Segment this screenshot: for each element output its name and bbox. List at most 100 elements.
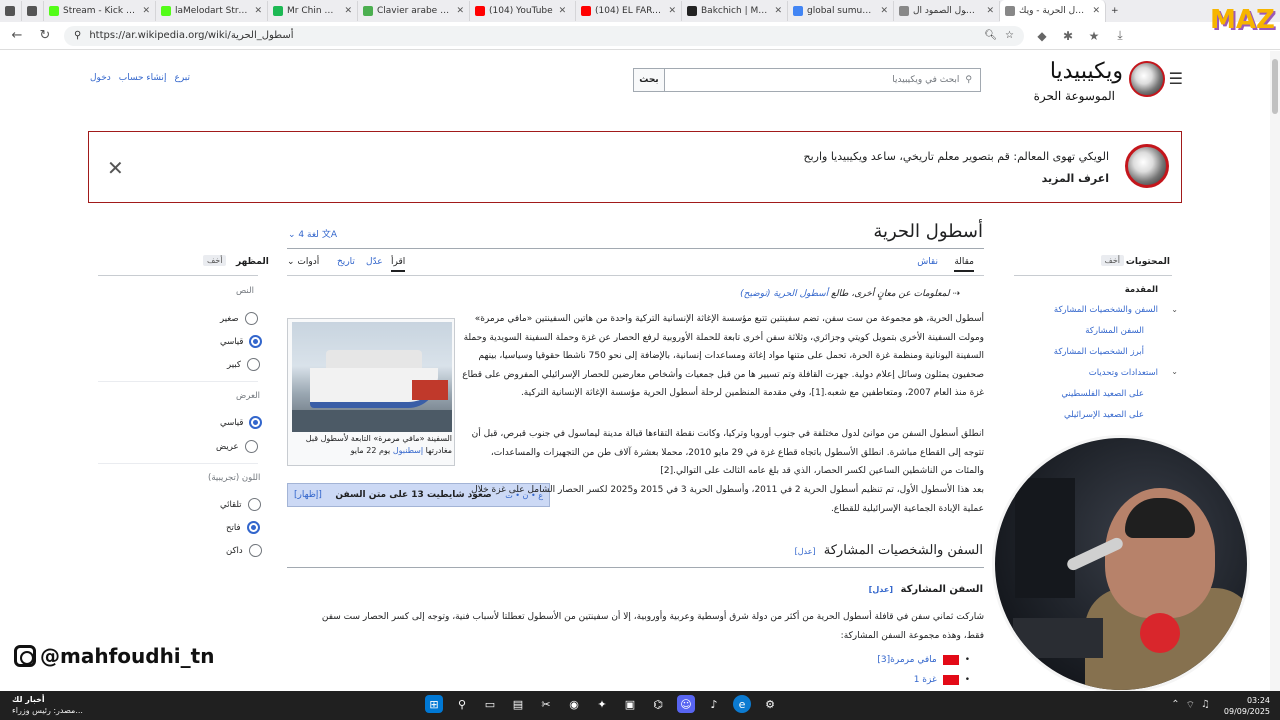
text-standard-option[interactable]: قياسي — [220, 335, 263, 348]
search-input[interactable]: ابحث في ويكيبيديا ⚲ — [665, 68, 981, 92]
task-view-icon[interactable]: ▭ — [481, 695, 499, 713]
language-button[interactable]: ⌄ 4 لغة 文A — [288, 227, 337, 240]
appearance-hide-button[interactable]: أخف — [203, 255, 227, 266]
tab-history[interactable]: تاريخ — [337, 257, 355, 267]
wikipedia-logo[interactable]: ويكيبيديا الموسوعة الحرة — [1015, 59, 1165, 109]
url-field[interactable]: ⚲ https://ar.wikipedia.org/wiki/أسطول_ال… — [64, 25, 1024, 46]
fl-studio-icon[interactable]: ♪ — [705, 695, 723, 713]
discord-icon[interactable]: ☺ — [677, 695, 695, 713]
clock[interactable]: 03:24 09/09/2025 — [1224, 695, 1270, 717]
close-tab-icon[interactable]: ✕ — [986, 6, 994, 16]
list-item-link[interactable]: غزة 1 — [914, 675, 937, 685]
chatgpt-icon[interactable]: ⚙ — [761, 695, 779, 713]
chevron-down-icon[interactable]: ⌄ — [1171, 367, 1178, 376]
toc-item-people[interactable]: أبرز الشخصيات المشاركة — [1054, 347, 1144, 357]
close-tab-icon[interactable]: ✕ — [774, 6, 782, 16]
browser-tab[interactable]: (104) EL FARABI - (✕ — [576, 1, 682, 21]
site-info-icon[interactable]: ⚲ — [74, 30, 81, 41]
caption-link[interactable]: إسطنبول — [393, 446, 423, 455]
extensions-puzzle-icon[interactable]: ✱ — [1060, 29, 1076, 43]
edge-icon[interactable]: e — [733, 695, 751, 713]
list-item-link[interactable]: مافي مرمرة[3] — [877, 655, 936, 665]
edit-section-link[interactable]: [عدل] — [869, 585, 893, 594]
radio[interactable] — [249, 335, 263, 348]
donate-link[interactable]: تبرع — [174, 73, 190, 83]
obs-icon[interactable]: ◉ — [565, 695, 583, 713]
browser-tab[interactable] — [0, 1, 22, 21]
color-auto-option[interactable]: تلقائي — [220, 498, 261, 511]
page-scrollbar[interactable] — [1270, 51, 1280, 691]
browser-tab[interactable] — [22, 1, 44, 21]
radio[interactable] — [247, 498, 261, 511]
back-icon[interactable]: ← — [8, 28, 26, 43]
file-explorer-icon[interactable]: ▤ — [509, 695, 527, 713]
favorites-icon[interactable]: ★ — [1086, 29, 1102, 43]
copilot-icon[interactable]: ✦ — [593, 695, 611, 713]
text-large-option[interactable]: كبير — [227, 358, 260, 371]
tab-tools[interactable]: ⌄ أدوات — [287, 257, 319, 267]
close-tab-icon[interactable]: ✕ — [668, 6, 676, 16]
photos-icon[interactable]: ▣ — [621, 695, 639, 713]
create-account-link[interactable]: إنشاء حساب — [119, 73, 167, 83]
close-tab-icon[interactable]: ✕ — [559, 6, 567, 16]
close-tab-icon[interactable]: ✕ — [1092, 6, 1100, 16]
navbox-show-button[interactable]: [إظهار] — [294, 490, 322, 500]
banner-learn-more-link[interactable]: اعرف المزيد — [1042, 172, 1109, 185]
toc-item-ships[interactable]: السفن المشاركة — [1085, 326, 1144, 336]
text-small-option[interactable]: صغير — [220, 312, 258, 325]
width-wide-option[interactable]: عريض — [216, 440, 258, 453]
toc-hide-button[interactable]: أخف — [1100, 255, 1124, 266]
radio[interactable] — [246, 521, 260, 534]
tab-edit[interactable]: عدّل — [366, 257, 383, 267]
toc-item-intro[interactable]: المقدمة — [1125, 285, 1158, 295]
browser-tab[interactable]: Bakchich | Monetiz ✕ — [682, 1, 788, 21]
edit-section-link[interactable]: [عدل] — [795, 547, 816, 556]
new-tab-button[interactable]: + — [1106, 1, 1124, 21]
studio-icon[interactable]: ⌬ — [649, 695, 667, 713]
chevron-down-icon[interactable]: ⌄ — [1171, 305, 1178, 314]
capcut-icon[interactable]: ✂ — [537, 695, 555, 713]
tab-read[interactable]: اقرأ — [391, 257, 406, 272]
toc-item-palestinian[interactable]: على الصعيد الفلسطيني — [1061, 389, 1144, 399]
close-tab-icon[interactable]: ✕ — [344, 6, 352, 16]
radio[interactable] — [244, 440, 258, 453]
close-tab-icon[interactable]: ✕ — [880, 6, 888, 16]
reload-icon[interactable]: ↻ — [36, 28, 54, 43]
radio[interactable] — [244, 312, 258, 325]
close-tab-icon[interactable]: ✕ — [142, 6, 150, 16]
zoom-icon[interactable]: 🔍︎ — [984, 30, 997, 41]
search-icon[interactable]: ⚲ — [453, 695, 471, 713]
radio[interactable] — [248, 544, 262, 557]
tab-talk[interactable]: نقاش — [917, 257, 938, 267]
toc-item-ships-people[interactable]: السفن والشخصيات المشاركة — [1054, 305, 1158, 315]
volume-icon[interactable]: ♫ — [1201, 699, 1210, 712]
extension-icon[interactable]: ◆ — [1034, 29, 1050, 43]
width-standard-option[interactable]: قياسي — [220, 416, 263, 429]
browser-tab[interactable]: (104) YouTube ✕ — [470, 1, 576, 21]
radio[interactable] — [249, 416, 263, 429]
browser-tab[interactable]: Clavier arabe en lig ✕ — [358, 1, 470, 21]
bookmark-star-icon[interactable]: ☆ — [1005, 30, 1014, 41]
toc-item-preparations[interactable]: استعدادات وتحديات — [1089, 368, 1158, 378]
downloads-icon[interactable]: ⤓ — [1112, 28, 1128, 43]
browser-tab[interactable]: laMelodart Stream ✕ — [156, 1, 268, 21]
search-button[interactable]: بحث — [633, 68, 665, 92]
close-icon[interactable]: ✕ — [107, 156, 124, 180]
main-menu-icon[interactable]: ☰ — [1169, 69, 1183, 88]
color-dark-option[interactable]: داكن — [226, 544, 262, 557]
color-light-option[interactable]: فاتح — [226, 521, 260, 534]
chevron-up-icon[interactable]: ⌃ — [1171, 699, 1179, 712]
hatnote-link[interactable]: أسطول الحرية (توضيح) — [740, 289, 828, 299]
tab-article[interactable]: مقالة — [954, 257, 974, 272]
news-widget[interactable]: أخبار لك مصدر: رئيس وزراء... — [12, 694, 83, 716]
browser-tab[interactable]: أسطول الحرية - ويك ✕ — [1000, 0, 1106, 22]
close-tab-icon[interactable]: ✕ — [456, 6, 464, 16]
radio[interactable] — [246, 358, 260, 371]
browser-tab[interactable]: Mr Chin × Yell ✕ — [268, 1, 358, 21]
close-tab-icon[interactable]: ✕ — [254, 6, 262, 16]
browser-tab[interactable]: Stream - Kick Dash ✕ — [44, 1, 156, 21]
toc-item-israeli[interactable]: على الصعيد الإسرائيلي — [1064, 410, 1144, 420]
browser-tab[interactable]: أسطول الصمود ال ✕ — [894, 1, 1000, 21]
ship-photo[interactable] — [292, 322, 452, 432]
browser-tab[interactable]: global sumud flotil ✕ — [788, 1, 894, 21]
